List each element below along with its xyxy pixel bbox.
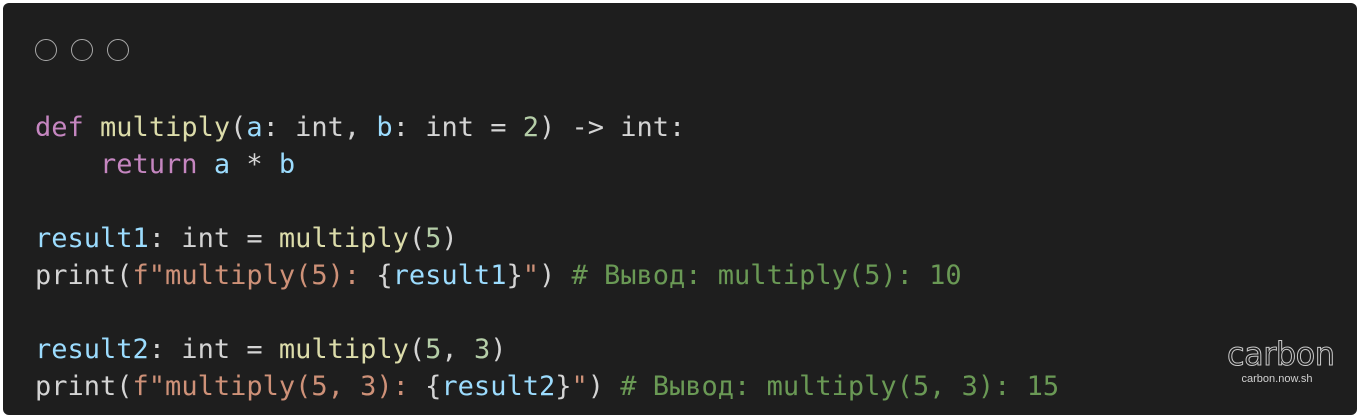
code-token: { xyxy=(376,260,393,291)
minimize-dot-icon[interactable] xyxy=(71,39,93,61)
code-token: , xyxy=(441,334,474,365)
code-line: print(f"multiply(5, 3): {result2}") # Вы… xyxy=(35,368,1059,405)
code-token: print xyxy=(35,260,117,291)
code-token: a xyxy=(213,149,231,180)
maximize-dot-icon[interactable] xyxy=(107,39,129,61)
code-token: 2 xyxy=(522,112,539,143)
code-token: ) xyxy=(490,334,507,365)
code-token: ( xyxy=(116,371,133,402)
code-line: result2: int = multiply(5, 3) xyxy=(35,331,1059,368)
code-token: a xyxy=(246,112,263,143)
carbon-url: carbon.now.sh xyxy=(1241,373,1313,385)
carbon-logo: carbon xyxy=(1227,335,1336,373)
code-token: * xyxy=(230,149,279,180)
code-token: ) xyxy=(538,260,572,291)
code-token: ) xyxy=(441,223,458,254)
code-line: def multiply(a: int, b: int = 2) -> int: xyxy=(35,109,1059,146)
code-token: return xyxy=(100,149,198,180)
code-token: b xyxy=(376,112,393,143)
code-token: multiply xyxy=(278,223,409,254)
code-line: return a * b xyxy=(35,146,1059,183)
code-block: def multiply(a: int, b: int = 2) -> int:… xyxy=(35,109,1059,405)
code-token: result1 xyxy=(35,223,149,254)
code-token: ( xyxy=(116,260,133,291)
code-token: result2 xyxy=(35,334,149,365)
code-line: result1: int = multiply(5) xyxy=(35,220,1059,257)
code-token: 3 xyxy=(473,334,491,365)
code-token: b xyxy=(278,149,296,180)
code-token: : int = xyxy=(392,112,523,143)
code-token: { xyxy=(425,371,442,402)
code-token: } xyxy=(506,260,523,291)
window-controls xyxy=(35,39,129,61)
code-token: multiply xyxy=(278,334,409,365)
code-line: print(f"multiply(5): {result1}") # Вывод… xyxy=(35,257,1059,294)
code-token: f"multiply(5, 3): xyxy=(132,371,426,402)
code-token: ( xyxy=(230,112,247,143)
code-token: ( xyxy=(408,334,426,365)
code-token: f"multiply(5): xyxy=(132,260,377,291)
code-token: 5 xyxy=(425,334,442,365)
code-token: result1 xyxy=(392,260,507,291)
close-dot-icon[interactable] xyxy=(35,39,57,61)
code-token: def xyxy=(35,112,84,143)
code-token: : int, xyxy=(262,112,377,143)
code-token: result2 xyxy=(441,371,556,402)
code-token: ( xyxy=(408,223,426,254)
code-token: # Вывод: multiply(5, 3): 15 xyxy=(620,371,1060,402)
code-token: ) -> int: xyxy=(539,112,686,143)
code-token: ) xyxy=(587,371,621,402)
code-window: def multiply(a: int, b: int = 2) -> int:… xyxy=(3,3,1357,415)
code-token: : int = xyxy=(148,334,279,365)
code-token: " xyxy=(522,260,539,291)
carbon-watermark: carbon carbon.now.sh xyxy=(1227,335,1336,386)
code-token: multiply xyxy=(100,112,231,143)
code-token: # Вывод: multiply(5): 10 xyxy=(571,260,962,291)
code-token: } xyxy=(555,371,572,402)
code-token: 5 xyxy=(425,223,442,254)
code-token: " xyxy=(571,371,588,402)
code-token: print xyxy=(35,371,117,402)
code-token: : int = xyxy=(148,223,279,254)
